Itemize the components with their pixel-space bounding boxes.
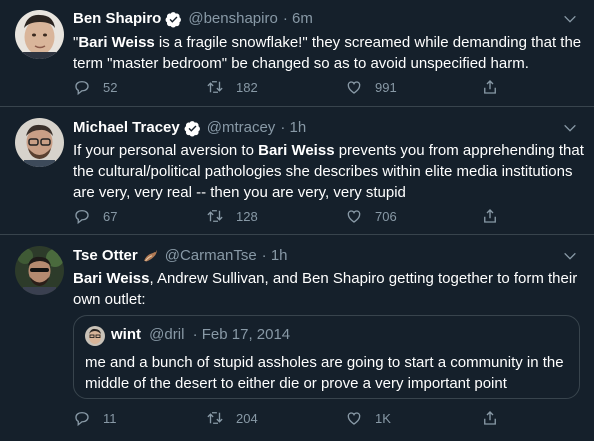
verified-badge-icon: [165, 11, 182, 28]
tweet[interactable]: Michael Tracey @mtracey · 1h If your per…: [0, 107, 594, 235]
like-button[interactable]: 706: [345, 205, 397, 227]
retweet-button[interactable]: 182: [206, 76, 258, 98]
quoted-header: wint @dril · Feb 17, 2014: [111, 325, 290, 345]
tweet-header: Ben Shapiro @benshapiro · 6m: [73, 9, 554, 29]
quoted-author-name: wint: [111, 326, 141, 343]
timeline-feed: Ben Shapiro @benshapiro · 6m "Bari Weiss…: [0, 0, 594, 441]
retweet-count: 128: [236, 208, 258, 224]
like-count: 991: [375, 79, 397, 95]
retweet-button[interactable]: 128: [206, 205, 258, 227]
retweet-icon: [207, 81, 223, 93]
author-name[interactable]: Michael Tracey: [73, 118, 180, 138]
like-icon: [347, 81, 361, 94]
retweet-count: 182: [236, 79, 258, 95]
share-button[interactable]: [481, 407, 499, 429]
author-handle[interactable]: @mtracey: [207, 118, 276, 138]
reply-count: 52: [103, 79, 118, 95]
like-button[interactable]: 991: [345, 76, 397, 98]
share-icon: [484, 80, 496, 94]
like-count: 706: [375, 208, 397, 224]
tweet-actions: 52 182 991: [73, 76, 513, 98]
author-name[interactable]: Tse Otter: [73, 246, 138, 266]
reply-button[interactable]: 67: [73, 205, 117, 227]
text-part: If your personal aversion to: [73, 142, 259, 159]
text-highlight: Bari Weiss: [78, 34, 155, 51]
verified-badge-icon: [184, 120, 200, 137]
quoted-avatar: [85, 326, 105, 346]
like-icon: [347, 412, 361, 425]
share-button[interactable]: [481, 205, 499, 227]
avatar[interactable]: [15, 10, 64, 59]
like-count: 1K: [375, 410, 391, 426]
retweet-icon: [207, 412, 223, 424]
chevron-down-icon[interactable]: [562, 11, 578, 27]
avatar[interactable]: [15, 118, 64, 167]
tweet-actions: 11 204 1K: [73, 407, 513, 429]
tweet-time[interactable]: · 1h: [280, 118, 306, 138]
reply-icon: [75, 210, 89, 225]
tweet-text: "Bari Weiss is a fragile snowflake!" the…: [73, 32, 588, 74]
reply-count: 11: [103, 410, 117, 426]
author-name[interactable]: Ben Shapiro: [73, 9, 161, 29]
quoted-tweet-time: · Feb 17, 2014: [192, 326, 291, 343]
tweet-header: Tse Otter @CarmanTse · 1h: [73, 246, 554, 266]
tweet-header: Michael Tracey @mtracey · 1h: [73, 118, 554, 138]
text-part: , Andrew Sullivan, and Ben Shapiro getti…: [73, 270, 578, 308]
text-highlight: Bari Weiss: [73, 270, 150, 287]
like-icon: [347, 210, 361, 223]
text-highlight: Bari Weiss: [258, 142, 335, 159]
tweet[interactable]: Ben Shapiro @benshapiro · 6m "Bari Weiss…: [0, 0, 594, 107]
retweet-button[interactable]: 204: [206, 407, 258, 429]
quoted-text: me and a bunch of stupid assholes are go…: [85, 354, 564, 392]
share-button[interactable]: [481, 76, 499, 98]
avatar[interactable]: [15, 246, 64, 295]
tweet-time[interactable]: · 6m: [283, 9, 313, 29]
tweet-text: Bari Weiss, Andrew Sullivan, and Ben Sha…: [73, 268, 588, 310]
tweet-text: If your personal aversion to Bari Weiss …: [73, 140, 588, 203]
chevron-down-icon[interactable]: [562, 248, 578, 264]
tweet[interactable]: Tse Otter @CarmanTse · 1h Bari Weiss, An…: [0, 235, 594, 441]
reply-button[interactable]: 11: [73, 407, 117, 429]
reply-button[interactable]: 52: [73, 76, 117, 98]
reply-icon: [75, 81, 89, 96]
tweet-time[interactable]: · 1h: [262, 246, 288, 266]
quoted-author-handle: @dril: [149, 326, 185, 343]
chevron-down-icon[interactable]: [562, 120, 578, 136]
retweet-count: 204: [236, 410, 258, 426]
share-icon: [484, 209, 496, 223]
like-button[interactable]: 1K: [345, 407, 391, 429]
reply-count: 67: [103, 208, 118, 224]
reply-icon: [75, 412, 89, 427]
tweet-actions: 67 128 706: [73, 205, 513, 227]
share-icon: [484, 411, 496, 425]
author-handle[interactable]: @benshapiro: [188, 9, 277, 29]
quoted-tweet[interactable]: wint @dril · Feb 17, 2014 me and a bunch…: [73, 315, 580, 399]
otter-emoji-icon: [143, 249, 157, 261]
author-handle[interactable]: @CarmanTse: [165, 246, 257, 266]
retweet-icon: [207, 210, 223, 222]
